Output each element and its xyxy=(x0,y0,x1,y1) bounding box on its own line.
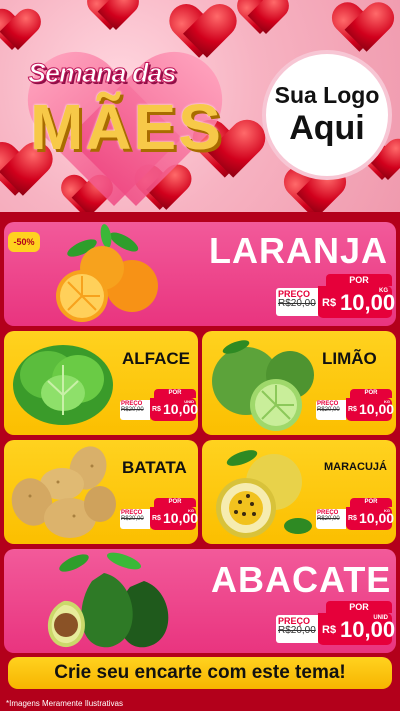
product-name: LIMÃO xyxy=(322,349,377,368)
price-por-label: POR xyxy=(154,498,196,507)
orange-icon xyxy=(56,224,158,322)
price-currency: R$ xyxy=(348,406,357,413)
price-por-label: POR xyxy=(154,389,196,398)
product-card-alface: ALFACE POR PREÇO R$20,00 R$ 10,00 UNID xyxy=(4,331,198,435)
discount-badge: -50% xyxy=(8,232,40,252)
price-old-block: PREÇO R$20,00 xyxy=(120,509,150,529)
heart-balloon-icon xyxy=(240,0,286,36)
price-tag: POR PREÇO R$20,00 R$ 10,00 KG xyxy=(316,389,394,425)
price-tag: POR PREÇO R$20,00 R$ 10,00 UNID xyxy=(120,389,198,425)
price-old-block: PREÇO R$20,00 xyxy=(120,400,150,420)
logo-line2: Aqui xyxy=(289,109,365,147)
product-card-abacate: ABACATE POR PREÇO R$20,00 R$ 10,00 UNID xyxy=(4,549,396,653)
price-unit: UNID xyxy=(184,399,194,404)
logo-placeholder: Sua Logo Aqui xyxy=(262,50,392,180)
footnote: *Imagens Meramente Ilustrativas xyxy=(6,699,123,708)
cta-banner[interactable]: Crie seu encarte com este tema! xyxy=(8,657,392,689)
heart-balloon-icon xyxy=(335,4,390,54)
header-banner: Semana das MÃES Sua Logo Aqui xyxy=(0,0,400,212)
price-old-block: PREÇO R$20,00 xyxy=(276,615,318,643)
price-currency: R$ xyxy=(322,297,337,309)
price-old-value: R$20,00 xyxy=(121,516,144,523)
price-unit: KG xyxy=(188,508,194,513)
price-unit: KG xyxy=(384,508,390,513)
price-currency: R$ xyxy=(348,515,357,522)
price-currency: R$ xyxy=(152,515,161,522)
price-unit: KG xyxy=(384,399,390,404)
price-new-block: R$ 10,00 KG xyxy=(346,398,394,421)
lime-icon xyxy=(212,340,314,431)
price-old-value: R$20,00 xyxy=(121,407,144,414)
logo-line1: Sua Logo xyxy=(274,82,380,108)
price-currency: R$ xyxy=(152,406,161,413)
price-por-label: POR xyxy=(326,274,392,286)
product-name: BATATA xyxy=(122,458,187,477)
product-card-limao: LIMÃO POR PREÇO R$20,00 R$ 10,00 KG xyxy=(202,331,396,435)
heart-balloon-icon xyxy=(90,0,136,32)
price-unit: UNID xyxy=(373,615,388,621)
price-new-block: R$ 10,00 KG xyxy=(318,286,395,318)
price-new-block: R$ 10,00 KG xyxy=(346,507,394,530)
price-tag: POR PREÇO R$20,00 R$ 10,00 UNID xyxy=(276,601,395,647)
price-currency: R$ xyxy=(322,624,337,636)
price-por-label: POR xyxy=(350,498,392,507)
price-old-block: PREÇO R$20,00 xyxy=(316,509,346,529)
price-old-block: PREÇO R$20,00 xyxy=(316,400,346,420)
price-old-value: R$20,00 xyxy=(317,516,340,523)
price-por-label: POR xyxy=(350,389,392,398)
price-tag: POR PREÇO R$20,00 R$ 10,00 KG xyxy=(276,274,395,320)
title-top-text: Semana das xyxy=(28,58,178,89)
price-old-value: R$20,00 xyxy=(278,298,316,310)
passion-fruit-icon xyxy=(216,450,312,538)
price-new-block: R$ 10,00 UNID xyxy=(150,398,198,421)
product-name: ABACATE xyxy=(211,559,392,600)
price-old-block: PREÇO R$20,00 xyxy=(276,288,318,316)
price-unit: KG xyxy=(379,288,388,294)
product-card-maracuja: MARACUJÁ POR PREÇO R$20,00 R$ 10,00 KG xyxy=(202,440,396,544)
product-card-laranja: LARANJA POR PREÇO R$20,00 R$ 10,00 KG xyxy=(4,222,396,326)
price-new-block: R$ 10,00 KG xyxy=(150,507,198,530)
price-tag: POR PREÇO R$20,00 R$ 10,00 KG xyxy=(316,498,394,534)
price-por-label: POR xyxy=(326,601,392,613)
price-old-value: R$20,00 xyxy=(278,625,316,637)
avocado-icon xyxy=(47,552,169,648)
product-card-batata: BATATA POR PREÇO R$20,00 R$ 10,00 KG xyxy=(4,440,198,544)
price-old-value: R$20,00 xyxy=(317,407,340,414)
title-main-text: MÃES xyxy=(30,91,223,163)
lettuce-icon xyxy=(13,345,113,425)
campaign-title: Semana das MÃES xyxy=(12,38,242,188)
price-new-block: R$ 10,00 UNID xyxy=(318,613,395,645)
product-name: ALFACE xyxy=(122,349,190,368)
product-name: LARANJA xyxy=(209,230,389,271)
product-name: MARACUJÁ xyxy=(324,461,387,473)
potato-icon xyxy=(11,446,116,538)
price-tag: POR PREÇO R$20,00 R$ 10,00 KG xyxy=(120,498,198,534)
